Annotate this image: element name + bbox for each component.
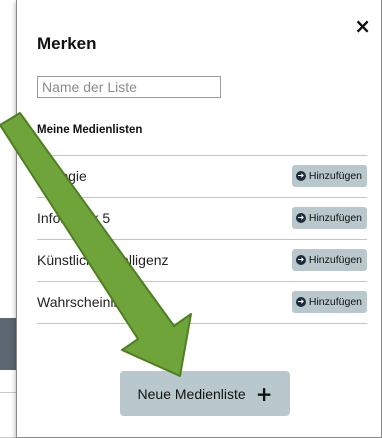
list-item-name: Informatik 5 (37, 210, 111, 226)
background-dark-panel (0, 318, 16, 370)
section-heading: Meine Medienlisten (37, 124, 143, 136)
list-item-name: Künstliche Intelligenz (37, 252, 169, 268)
add-to-list-button[interactable]: ➜ Hinzufügen (291, 249, 367, 271)
add-to-list-button[interactable]: ➜ Hinzufügen (291, 207, 367, 229)
add-to-list-button[interactable]: ➜ Hinzufügen (291, 165, 367, 187)
add-circle-icon: ➜ (295, 213, 306, 223)
modal-title: Merken (37, 34, 97, 53)
add-circle-icon: ➜ (295, 171, 306, 181)
list-item-name: Biologie (37, 168, 87, 184)
add-button-label: Hinzufügen (308, 254, 362, 266)
list-item: Künstliche Intelligenz ➜ Hinzufügen (37, 239, 367, 281)
merken-modal: × Merken Meine Medienlisten Biologie ➜ H… (16, 0, 382, 438)
add-button-label: Hinzufügen (308, 212, 362, 224)
new-media-list-button[interactable]: Neue Medienliste + (120, 371, 290, 416)
add-circle-icon: ➜ (295, 255, 306, 265)
list-item: Wahrscheinlichkeit ➜ Hinzufügen (37, 281, 367, 324)
media-list: Biologie ➜ Hinzufügen Informatik 5 ➜ Hin… (37, 155, 367, 324)
add-to-list-button[interactable]: ➜ Hinzufügen (291, 291, 367, 313)
add-circle-icon: ➜ (295, 297, 306, 307)
list-name-input[interactable] (37, 76, 221, 98)
new-list-label: Neue Medienliste (137, 385, 246, 402)
list-item: Biologie ➜ Hinzufügen (37, 155, 367, 197)
add-button-label: Hinzufügen (308, 296, 362, 308)
list-item: Informatik 5 ➜ Hinzufügen (37, 197, 367, 239)
plus-icon: + (255, 381, 273, 406)
list-item-name: Wahrscheinlichkeit (37, 294, 154, 310)
add-button-label: Hinzufügen (308, 170, 362, 182)
close-icon[interactable]: × (354, 16, 371, 36)
